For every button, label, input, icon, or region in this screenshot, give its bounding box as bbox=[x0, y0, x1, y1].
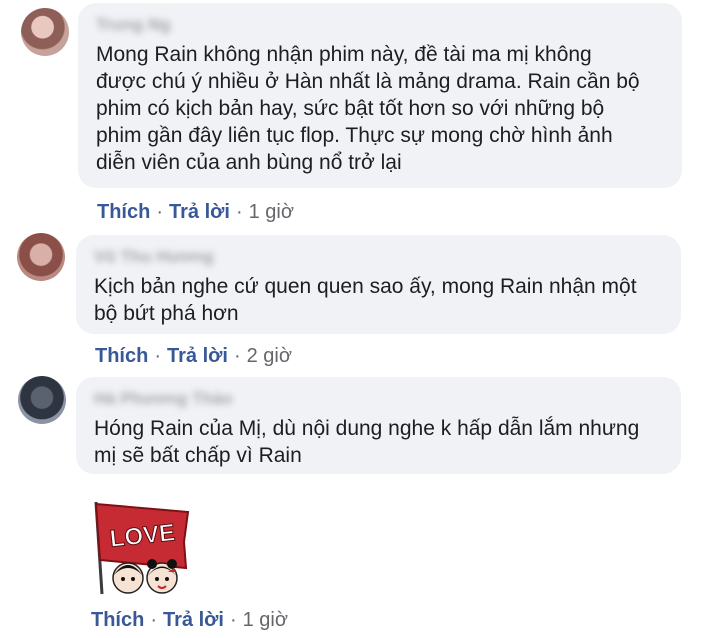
comment-author[interactable]: Trung Ng bbox=[96, 13, 666, 37]
comment-text: Kịch bản nghe cứ quen quen sao ấy, mong … bbox=[94, 275, 637, 325]
comment-author[interactable]: Vũ Thu Hương bbox=[94, 245, 665, 269]
separator: · bbox=[229, 609, 237, 631]
like-button[interactable]: Thích bbox=[91, 609, 144, 631]
comment-actions: Thích · Trả lời · 1 giờ bbox=[97, 200, 294, 224]
comment-bubble: Trung Ng Mong Rain không nhận phim này, … bbox=[78, 3, 682, 188]
like-button[interactable]: Thích bbox=[95, 345, 148, 367]
comment-text: Mong Rain không nhận phim này, đề tài ma… bbox=[96, 43, 640, 174]
love-sticker-icon: LOVE bbox=[94, 501, 190, 595]
comment-actions: Thích · Trả lời · 2 giờ bbox=[95, 344, 292, 368]
separator: · bbox=[235, 201, 243, 223]
separator: · bbox=[150, 609, 158, 631]
separator: · bbox=[156, 201, 164, 223]
comment-actions: Thích · Trả lời · 1 giờ bbox=[91, 608, 288, 632]
comment-bubble: Vũ Thu Hương Kịch bản nghe cứ quen quen … bbox=[76, 235, 681, 334]
like-button[interactable]: Thích bbox=[97, 201, 150, 223]
avatar[interactable] bbox=[21, 8, 69, 56]
separator: · bbox=[233, 345, 241, 367]
avatar[interactable] bbox=[17, 233, 65, 281]
comment-text: Hóng Rain của Mị, dù nội dung nghe k hấp… bbox=[94, 417, 640, 467]
comment-author[interactable]: Hà Phương Thảo bbox=[94, 387, 665, 411]
reply-button[interactable]: Trả lời bbox=[167, 345, 228, 367]
timestamp[interactable]: 1 giờ bbox=[243, 609, 288, 631]
reply-button[interactable]: Trả lời bbox=[169, 201, 230, 223]
reply-button[interactable]: Trả lời bbox=[163, 609, 224, 631]
avatar[interactable] bbox=[18, 376, 66, 424]
timestamp[interactable]: 2 giờ bbox=[247, 345, 292, 367]
timestamp[interactable]: 1 giờ bbox=[249, 201, 294, 223]
comment-bubble: Hà Phương Thảo Hóng Rain của Mị, dù nội … bbox=[76, 377, 681, 474]
separator: · bbox=[154, 345, 162, 367]
